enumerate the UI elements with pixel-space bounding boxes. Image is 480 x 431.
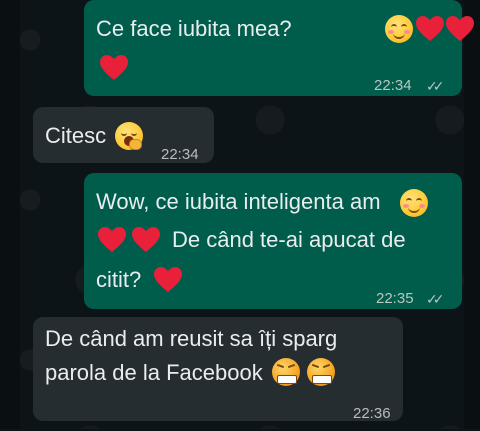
- message-timestamp: 22:36: [353, 405, 391, 422]
- red-heart-icon: [446, 16, 474, 41]
- incoming-message-2[interactable]: De când am reusit sa îți sparg parola de…: [33, 317, 403, 422]
- red-heart-icon: [98, 227, 126, 252]
- red-heart-icon: [416, 16, 444, 41]
- read-receipt-icon: ✓✓: [426, 78, 445, 94]
- screen-edge-left: [0, 0, 20, 429]
- smiling-face-with-hearts-icon: [400, 189, 428, 217]
- outgoing-message-1[interactable]: Ce face iubita mea? 22:34 ✓✓: [84, 0, 474, 96]
- face-with-symbols-on-mouth-icon: [307, 358, 335, 386]
- red-heart-icon: [132, 227, 160, 252]
- message-text: Citesc: [45, 123, 107, 148]
- message-text: Wow, ce iubita inteligenta am: [96, 189, 381, 214]
- message-timestamp: 22:35: [376, 290, 414, 307]
- message-text-line3: citit?: [96, 267, 142, 292]
- message-text-line2: parola de la Facebook: [45, 360, 263, 385]
- read-receipt-icon: ✓✓: [426, 291, 445, 307]
- face-with-symbols-on-mouth-icon: [272, 358, 300, 386]
- message-text-line2: De când te-ai apucat de: [172, 227, 406, 252]
- message-text: Ce face iubita mea?: [96, 16, 292, 41]
- message-timestamp: 22:34: [374, 77, 412, 94]
- smiling-face-with-hearts-icon: [385, 15, 413, 43]
- message-timestamp: 22:34: [161, 146, 199, 163]
- screen-edge-right: [464, 0, 480, 429]
- message-text: De când am reusit sa îți sparg: [45, 326, 338, 351]
- red-heart-icon: [154, 267, 182, 292]
- red-heart-icon: [100, 55, 128, 80]
- yawning-face-icon: [115, 122, 143, 150]
- outgoing-message-2[interactable]: Wow, ce iubita inteligenta am De când te…: [84, 173, 462, 309]
- incoming-message-1[interactable]: Citesc 22:34: [33, 107, 214, 163]
